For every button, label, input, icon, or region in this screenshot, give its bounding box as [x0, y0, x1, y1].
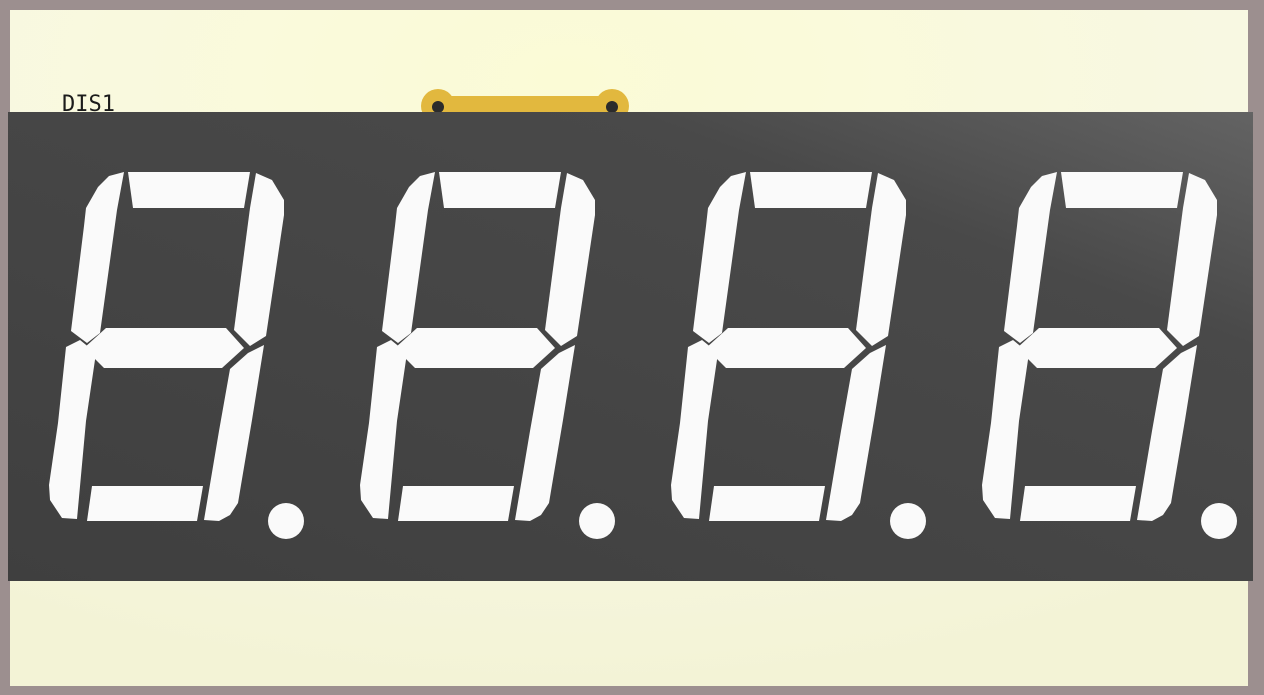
decimal-point-icon [890, 503, 926, 539]
segment-d [709, 486, 825, 521]
segment-a [128, 172, 250, 208]
decimal-point-icon [1201, 503, 1237, 539]
segment-a [750, 172, 872, 208]
pcb-view: DIS1 [0, 0, 1264, 695]
decimal-point-icon [579, 503, 615, 539]
segment-g [706, 328, 866, 368]
segment-a [1061, 172, 1183, 208]
segment-d [1020, 486, 1136, 521]
segment-d [398, 486, 514, 521]
pcb-board [0, 0, 1264, 695]
segment-g [1017, 328, 1177, 368]
decimal-point-icon [268, 503, 304, 539]
segment-g [395, 328, 555, 368]
segment-a [439, 172, 561, 208]
segment-g [84, 328, 244, 368]
segment-d [87, 486, 203, 521]
reference-designator: DIS1 [62, 92, 115, 117]
